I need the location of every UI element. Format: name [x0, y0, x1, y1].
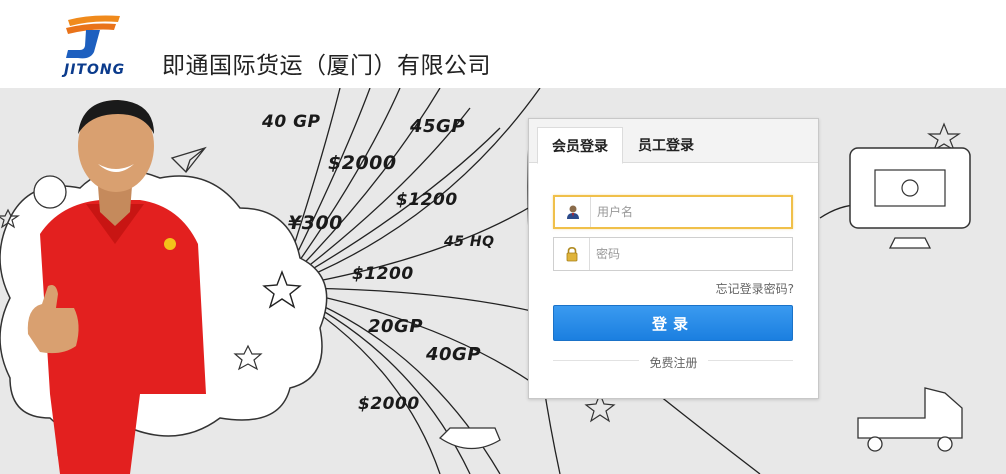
price-label: ¥300	[288, 212, 343, 234]
price-label: 40 GP	[262, 112, 321, 132]
username-field[interactable]	[553, 195, 793, 229]
price-label: $1200	[352, 264, 414, 284]
tab-staff-login[interactable]: 员工登录	[625, 127, 707, 163]
username-input[interactable]	[591, 197, 781, 227]
price-label: 45GP	[410, 116, 466, 137]
person-image	[27, 100, 206, 474]
price-label: $1200	[396, 190, 458, 210]
register-row: 免费注册	[529, 352, 818, 371]
tab-member-login[interactable]: 会员登录	[537, 127, 623, 164]
price-label: 20GP	[368, 316, 424, 337]
hero-banner: 40 GP 45GP $2000 $1200 ¥300 45 HQ $1200 …	[0, 88, 1006, 474]
login-button[interactable]: 登录	[553, 305, 793, 341]
jitong-logo[interactable]: JITONG	[30, 8, 140, 84]
login-tabs: 会员登录 员工登录	[529, 119, 818, 164]
login-panel: 会员登录 员工登录 忘记登录密码? 登录	[528, 118, 819, 399]
price-label: 40GP	[426, 344, 482, 365]
lock-icon	[554, 238, 590, 270]
price-label: $2000	[358, 394, 420, 414]
forgot-password-link[interactable]: 忘记登录密码?	[716, 280, 794, 297]
price-label: $2000	[328, 152, 397, 174]
company-name: 即通国际货运（厦门）有限公司	[162, 53, 491, 79]
logo-text: JITONG	[64, 62, 126, 78]
register-link[interactable]: 免费注册	[639, 356, 708, 370]
header: JITONG 即通国际货运（厦门）有限公司	[0, 0, 1006, 88]
password-field[interactable]	[553, 237, 793, 271]
user-icon	[555, 197, 591, 227]
password-input[interactable]	[590, 238, 780, 270]
price-label: 45 HQ	[444, 234, 495, 250]
